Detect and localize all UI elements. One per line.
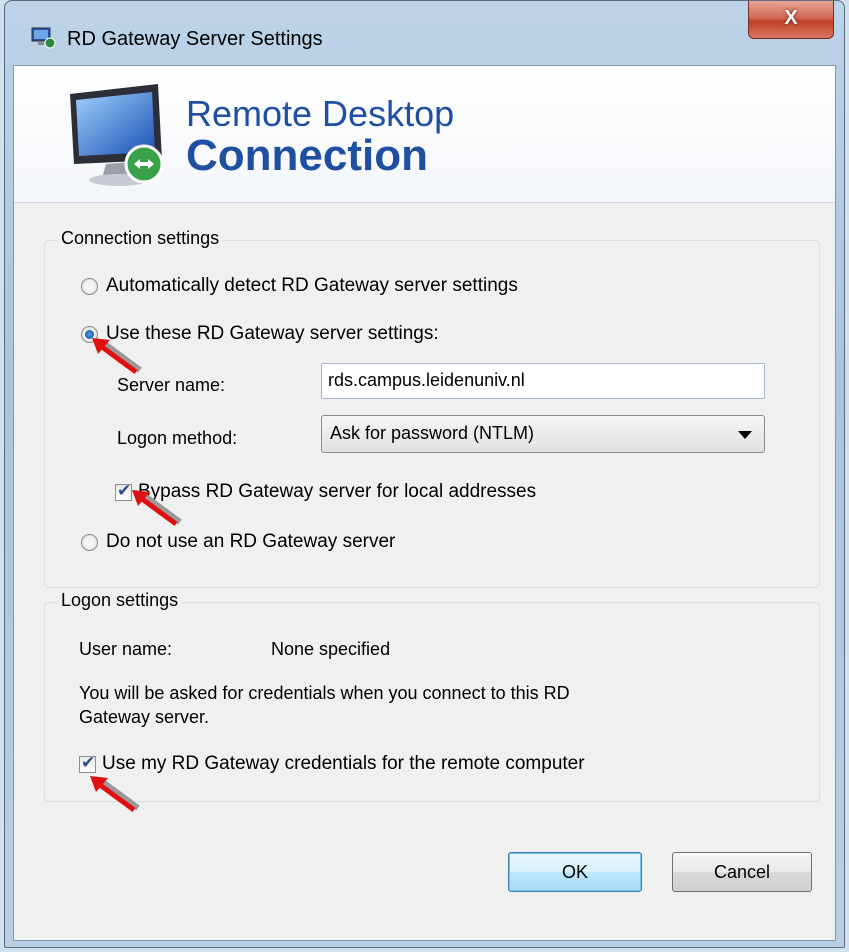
connection-settings-group: Connection settings Automatically detect… (44, 228, 820, 588)
banner: Remote Desktop Connection (14, 66, 835, 203)
title-bar[interactable]: RD Gateway Server Settings X (5, 1, 844, 63)
window-title: RD Gateway Server Settings (67, 28, 323, 50)
logon-settings-group: Logon settings User name: None specified… (44, 590, 820, 802)
logon-method-label: Logon method: (117, 428, 238, 448)
radio-no-gateway-button[interactable] (81, 533, 98, 551)
server-name-input[interactable]: rds.campus.leidenuniv.nl (321, 363, 765, 399)
radio-no-gateway-label: Do not use an RD Gateway server (106, 531, 396, 552)
banner-title-line1: Remote Desktop (186, 93, 455, 134)
radio-auto-detect-label: Automatically detect RD Gateway server s… (106, 275, 518, 296)
ok-button[interactable]: OK (508, 852, 642, 892)
close-button[interactable]: X (748, 1, 834, 39)
radio-no-gateway[interactable]: Do not use an RD Gateway server (81, 531, 395, 553)
cancel-button[interactable]: Cancel (672, 852, 812, 892)
logon-method-dropdown[interactable]: Ask for password (NTLM) (321, 415, 765, 453)
credentials-info-line1: You will be asked for credentials when y… (79, 683, 570, 703)
user-name-label: User name: (79, 639, 173, 659)
logon-settings-title: Logon settings (57, 590, 183, 611)
logon-method-value: Ask for password (NTLM) (330, 423, 535, 443)
banner-title-line2: Connection (186, 131, 428, 180)
connection-settings-title: Connection settings (57, 228, 224, 249)
chevron-down-icon (738, 431, 752, 439)
monitor-icon (70, 84, 164, 186)
radio-auto-detect[interactable]: Automatically detect RD Gateway server s… (81, 275, 518, 297)
annotation-arrow-icon (92, 338, 142, 375)
remote-desktop-icon (31, 27, 56, 49)
user-name-value: None specified (271, 639, 391, 659)
radio-auto-detect-button[interactable] (81, 277, 98, 295)
credentials-info-line2: Gateway server. (79, 707, 210, 727)
use-credentials-label: Use my RD Gateway credentials for the re… (102, 753, 585, 774)
annotation-arrow-icon (90, 776, 140, 813)
annotation-arrow-icon (132, 490, 182, 527)
